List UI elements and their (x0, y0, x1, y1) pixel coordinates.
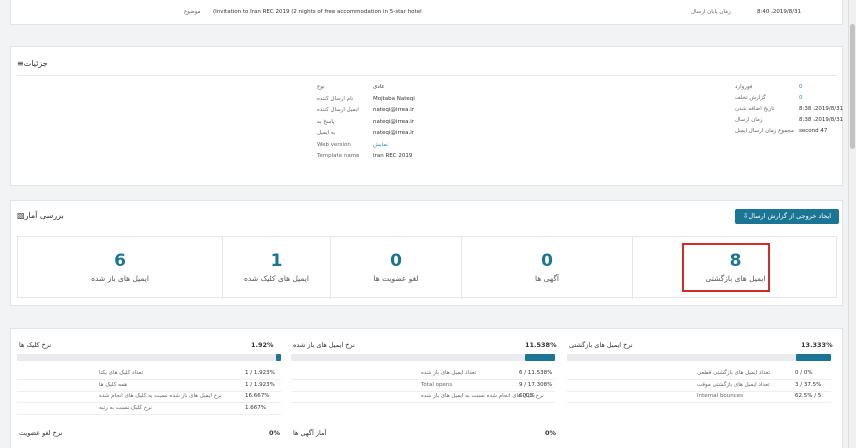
rate-title: نرخ ایمیل های باز شده (293, 341, 355, 349)
rate-row-divider (567, 390, 831, 392)
detail-label: تاریخ اضافه شدن (735, 106, 775, 112)
rate-row-label: نرخ کلیک نسبت به رتبه (99, 404, 152, 411)
detail-value: 8:38 ،2019/8/31 (799, 117, 844, 123)
detail-value: 8:38 ،2019/8/31 (799, 106, 844, 112)
rate-row-divider (567, 379, 831, 380)
rates-card: نرخ ایمیل های بازگشتی 13.333% 0 / 0% تعداد … (10, 328, 843, 448)
rate-row-label: تعداد ایمیل های بازگشتی موقت (697, 381, 770, 388)
rate-row-divider (17, 402, 281, 403)
rate-title: آمار آگهی ها (293, 429, 327, 437)
rate-percent: 0% (545, 429, 557, 437)
details-card: ≡جزئیات 0 فوروارد 0 گزارش تخلف 8:38 ،2019/8/… (10, 46, 843, 186)
detail-value: nateqi@irrea.ir (373, 118, 415, 125)
rate-title: نرخ کلیک ها (19, 341, 52, 349)
stats-card: ▧بررسی آمار ⇩ایجاد خروجی از گزارش ارسال … (10, 200, 843, 306)
detail-label: Web version (317, 141, 351, 148)
rate-row-value: 9 / 17.308% (519, 381, 553, 388)
detail-value: Iran REC 2019 (373, 153, 413, 159)
rate-row-label: تعداد ایمیل های باز شده (421, 370, 477, 376)
rate-row-label: تعداد کلیک های یکتا (99, 370, 144, 376)
rate-percent: 0% (269, 429, 281, 437)
rate-row-label: Total opens (421, 381, 453, 388)
rate-bar-fill (524, 354, 555, 361)
rate-bar (291, 354, 555, 361)
detail-label: گزارش تخلف (735, 95, 766, 101)
rate-row-value: 1 / 1.923% (245, 381, 275, 388)
details-divider (17, 75, 837, 76)
rate-percent: 13.333% (801, 341, 833, 349)
rate-title: نرخ ایمیل های بازگشتی (569, 341, 633, 349)
rate-row-label: Internal bounces (697, 393, 744, 399)
rate-row-divider (291, 402, 555, 403)
detail-label: ایمیل ارسال کننده (317, 107, 359, 113)
rate-row-value: 0 / 0% (795, 370, 813, 376)
details-title: ≡جزئیات (17, 59, 48, 68)
rate-percent: 1.92% (251, 341, 274, 349)
export-button[interactable]: ⇩ایجاد خروجی از گزارش ارسال (735, 209, 839, 224)
detail-label: نوع (317, 84, 325, 90)
rate-bar (17, 354, 281, 361)
detail-value: nateqi@irrea.ir (373, 130, 415, 136)
rate-row-divider (17, 390, 281, 392)
detail-label: نام ارسال کننده (317, 95, 354, 102)
rate-row-label: همه کلیک ها (99, 381, 128, 388)
detail-label: زمان ارسال (735, 117, 763, 123)
stat-ads[interactable]: 0 آگهی ها (461, 237, 632, 299)
rate-percent: 11.538% (525, 341, 557, 349)
detail-label: پاسخ به (317, 118, 335, 125)
rate-row-value: 3 / 37.5% (795, 381, 822, 388)
detail-value: second 47 (799, 128, 828, 134)
rate-row-value: 16.667% (245, 393, 270, 399)
detail-label: Template name (317, 153, 360, 159)
page-scrollbar[interactable] (848, 0, 856, 448)
rate-row-value: 1 / 1.923% (245, 370, 275, 376)
detail-value[interactable]: 0 (799, 84, 803, 90)
send-end-label: زمان پایان ارسال (691, 9, 731, 15)
scrollbar-thumb[interactable] (850, 24, 855, 149)
detail-value: عادی (373, 84, 385, 90)
rate-row-value: 62.5% / 5 (795, 393, 822, 399)
detail-label: به ایمیل (317, 130, 336, 136)
rate-bar-fill (795, 354, 831, 361)
stats-title: ▧بررسی آمار (17, 211, 64, 220)
detail-value[interactable]: نمایش (373, 142, 388, 148)
rate-row-label: نرخ کلیک های انجام شده نسبت به ایمیل های… (421, 393, 544, 399)
summary-card: 8:40 ،2019/8/31 زمان پایان ارسال (Invita… (10, 0, 843, 25)
rate-row-divider (17, 413, 281, 415)
detail-value[interactable]: 0 (799, 95, 803, 101)
rate-row-divider (291, 379, 555, 380)
rate-row-value: 6 / 11.538% (519, 370, 553, 376)
highlight-box (682, 243, 770, 292)
detail-value: Mojtaba Nateqi (373, 95, 415, 102)
rate-row-divider (291, 390, 555, 392)
stat-opened[interactable]: 6 ایمیل های باز شده (18, 237, 222, 299)
subject-value: (Invitation to Iran REC 2019 (2 nights o… (213, 9, 422, 15)
list-icon: ≡ (17, 59, 24, 68)
detail-value: nateqi@irrea.ir (373, 107, 415, 113)
detail-label: فوروارد (735, 84, 753, 90)
subject-label: موضوع (184, 9, 201, 15)
rate-row-value: 1.667% (245, 404, 266, 411)
rate-bar (567, 354, 831, 361)
rate-title: نرخ لغو عضویت (19, 429, 63, 437)
rate-bar-fill (275, 354, 281, 361)
rate-row-divider (17, 379, 281, 380)
rate-row-label: نرخ ایمیل های باز شده نسبت به کلیک های ا… (99, 393, 222, 399)
rate-row-divider (567, 402, 831, 403)
detail-label: مجموع زمان ارسال ایمیل (735, 128, 794, 134)
chart-icon: ▧ (17, 211, 25, 220)
send-end-time: 8:40 ،2019/8/31 (757, 9, 802, 15)
rate-row-label: تعداد ایمیل های بازگشتی قطعی (697, 370, 770, 376)
stat-unsubscribes[interactable]: 0 لغو عضویت ها (330, 237, 461, 299)
stat-clicked[interactable]: 1 ایمیل های کلیک شده (222, 237, 330, 299)
